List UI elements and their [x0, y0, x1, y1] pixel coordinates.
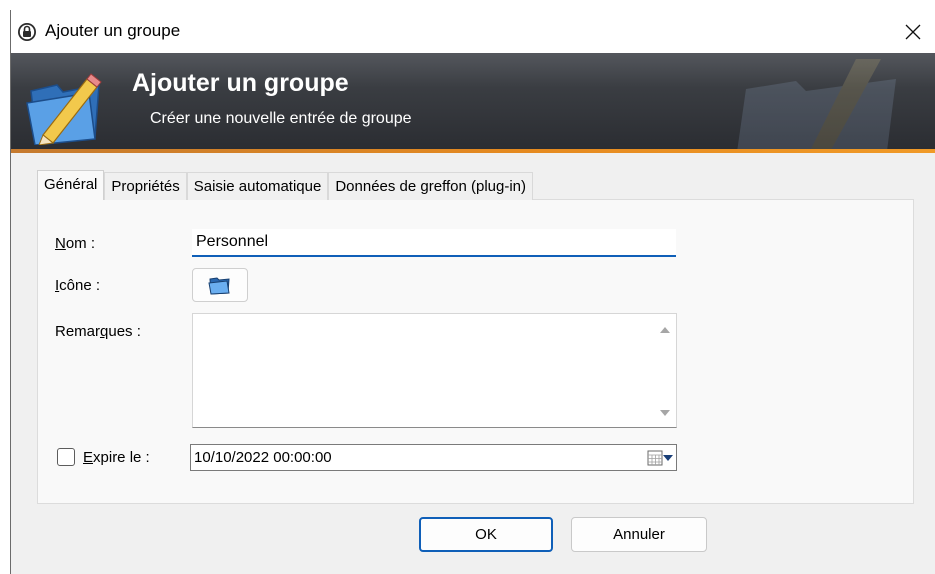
title-bar: Ajouter un groupe	[11, 10, 935, 53]
calendar-icon	[647, 450, 663, 465]
tab-general[interactable]: Général	[37, 170, 105, 200]
chevron-down-icon	[663, 454, 673, 461]
icon-picker-button[interactable]	[192, 268, 248, 302]
add-group-dialog: Ajouter un groupe Ajouter un groupe Crée…	[10, 10, 935, 574]
tab-strip: Général Propriétés Saisie automatique Do…	[37, 170, 534, 200]
keepass-lock-icon	[18, 23, 36, 41]
expiry-date-value: 10/10/2022 00:00:00	[194, 449, 332, 466]
scroll-down-arrow-icon[interactable]	[658, 407, 672, 419]
folder-icon	[208, 277, 230, 295]
banner-title: Ajouter un groupe	[132, 69, 349, 97]
banner-subtitle: Créer une nouvelle entrée de groupe	[150, 110, 412, 127]
icon-label: Icône :	[55, 277, 101, 294]
folder-watermark-icon	[736, 59, 896, 153]
tab-properties[interactable]: Propriétés	[104, 172, 187, 200]
scroll-up-arrow-icon[interactable]	[658, 324, 672, 336]
notes-textarea[interactable]	[192, 313, 677, 428]
close-icon	[905, 24, 921, 39]
banner-accent-stripe	[11, 149, 935, 153]
expiry-date-picker[interactable]: 10/10/2022 00:00:00	[190, 444, 677, 471]
notes-label: Remarques :	[55, 323, 141, 340]
header-banner: Ajouter un groupe Créer une nouvelle ent…	[11, 53, 935, 153]
name-input[interactable]	[192, 229, 676, 257]
close-button[interactable]	[890, 10, 935, 53]
ok-button[interactable]: OK	[419, 517, 553, 552]
calendar-dropdown-button[interactable]	[647, 448, 673, 467]
folder-pencil-icon	[26, 73, 102, 145]
tab-plugin-data[interactable]: Données de greffon (plug-in)	[328, 172, 534, 200]
expires-label: Expire le :	[83, 449, 150, 466]
tab-auto-type[interactable]: Saisie automatique	[186, 172, 329, 200]
expires-checkbox[interactable]	[57, 448, 75, 466]
window-title: Ajouter un groupe	[45, 21, 181, 40]
name-label: Nom :	[55, 235, 96, 252]
cancel-button[interactable]: Annuler	[571, 517, 707, 552]
